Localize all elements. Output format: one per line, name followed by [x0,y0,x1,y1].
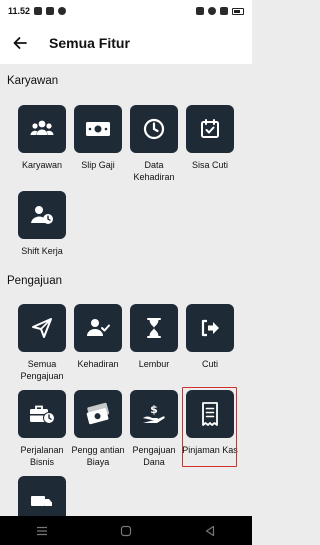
feature-label: Pengg antian Biaya [71,445,125,467]
feature-label: Data Kehadiran [133,160,175,182]
svg-text:$: $ [150,403,158,416]
home-square-icon [120,525,132,536]
people-group-icon [30,120,54,135]
triangle-back-icon [205,525,215,536]
hourglass-icon [147,318,161,338]
system-nav-bar [0,516,252,545]
page-title: Semua Fitur [49,35,130,51]
highlight-box [182,387,237,467]
feature-label: Semua Pengajuan [20,359,64,381]
feature-label: Cuti [201,359,218,369]
feature-kehadiran[interactable]: Kehadiran [68,304,128,370]
menu-lines-icon [37,526,47,535]
section-title-pengajuan: Pengajuan [7,275,62,287]
feature-tile [130,304,178,352]
feature-tile [74,390,122,438]
clock-icon [143,118,165,140]
feature-shift-kerja[interactable]: Shift Kerja [12,191,72,257]
feature-label: Shift Kerja [21,246,63,256]
feature-tile [18,304,66,352]
feature-penggantian-biaya[interactable]: Pengg antian Biaya [68,390,128,468]
hand-dollar-icon: $ [143,403,165,423]
feature-tile [186,304,234,352]
features-content: Karyawan Karyawan Slip Gaji Data Kehadir… [0,64,252,516]
truck-icon [31,496,52,506]
signal-icon [220,7,228,15]
menu-button[interactable] [30,519,54,543]
tools-icon [58,7,67,15]
feature-perjalanan-bisnis[interactable]: Perjalanan Bisnis [12,390,72,468]
feature-label: Kehadiran [77,359,119,369]
feature-slip-gaji[interactable]: Slip Gaji [68,105,128,171]
feature-pengajuan-dana[interactable]: $ Pengajuan Dana [124,390,184,468]
feature-sisa-cuti[interactable]: Sisa Cuti [180,105,240,171]
wifi-icon [208,7,216,15]
status-time: 11.52 [8,6,31,16]
feature-tile [74,304,122,352]
status-bar: 11.52 [0,0,252,22]
feature-tile [74,105,122,153]
feature-tile [18,476,66,516]
feature-label: Lembur [138,359,170,369]
money-bill-icon [86,122,110,136]
sign-out-icon [201,319,219,337]
feature-label: Perjalanan Bisnis [20,445,64,467]
feature-cuti[interactable]: Cuti [180,304,240,370]
vibrate-icon [196,7,204,15]
feature-label: Karyawan [21,160,63,170]
feature-tile [186,105,234,153]
feature-label: Pengajuan Dana [132,445,176,467]
feature-tile [18,105,66,153]
notification-icon [34,7,43,15]
feature-label: Slip Gaji [81,160,115,170]
back-button[interactable] [2,22,38,64]
home-button[interactable] [114,519,138,543]
feature-next-partial[interactable] [12,476,72,516]
briefcase-clock-icon [30,405,55,424]
feature-tile [130,105,178,153]
user-check-icon [87,319,110,336]
user-clock-icon [31,206,53,224]
battery-icon [232,7,244,15]
money-bills-icon [86,402,110,425]
app-bar: Semua Fitur [0,22,252,64]
back-nav-button[interactable] [198,519,222,543]
paper-plane-icon [32,318,52,338]
feature-tile [18,191,66,239]
feature-semua-pengajuan[interactable]: Semua Pengajuan [12,304,72,382]
feature-tile [18,390,66,438]
calendar-check-icon [201,119,219,138]
feature-karyawan[interactable]: Karyawan [12,105,72,171]
message-icon [46,7,55,15]
feature-label: Sisa Cuti [191,160,228,170]
section-title-karyawan: Karyawan [7,75,59,87]
feature-data-kehadiran[interactable]: Data Kehadiran [124,105,184,183]
feature-lembur[interactable]: Lembur [124,304,184,370]
feature-tile: $ [130,390,178,438]
arrow-left-icon [13,37,27,49]
